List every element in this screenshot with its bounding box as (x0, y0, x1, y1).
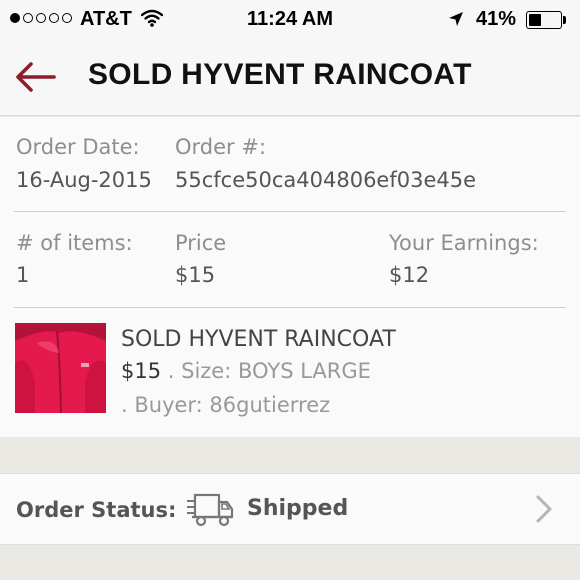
chevron-right-icon[interactable] (534, 494, 554, 524)
battery-tip (563, 16, 566, 24)
price-value: $15 (175, 263, 216, 287)
earnings-label: Your Earnings: (389, 231, 539, 255)
battery-icon (526, 11, 562, 29)
pink-jacket-photo (15, 323, 106, 413)
item-size: . Size: BOYS LARGE (161, 359, 371, 383)
item-price-size: $15 . Size: BOYS LARGE (121, 359, 371, 383)
item-title: SOLD HYVENT RAINCOAT (121, 327, 396, 352)
order-details-card: Order Date: Order #: 16-Aug-2015 55cfce5… (0, 117, 580, 437)
section-separator (0, 437, 580, 473)
item-buyer[interactable]: . Buyer: 86gutierrez (121, 393, 330, 417)
item-price: $15 (121, 359, 162, 383)
divider (14, 211, 566, 212)
order-status-label: Order Status: (16, 498, 177, 522)
back-arrow-icon[interactable] (14, 60, 56, 94)
earnings-value: $12 (389, 263, 430, 287)
items-count-label: # of items: (16, 231, 133, 255)
items-count-value: 1 (16, 263, 30, 287)
status-bar: AT&T 11:24 AM 41% (0, 0, 580, 40)
page-background (0, 545, 580, 580)
order-status-value: Shipped (247, 496, 349, 521)
location-arrow-icon (449, 12, 463, 26)
divider (14, 307, 566, 308)
page-title: SOLD HYVENT RAINCOAT (88, 58, 472, 91)
item-thumbnail[interactable] (15, 323, 106, 413)
battery-percent: 41% (476, 8, 517, 30)
nav-bar: SOLD HYVENT RAINCOAT (0, 40, 580, 116)
truck-icon (187, 493, 234, 527)
order-status-row[interactable]: Order Status: Shipped (0, 473, 580, 545)
order-date-label: Order Date: (16, 135, 140, 159)
battery-fill (529, 14, 541, 26)
order-date-value: 16-Aug-2015 (16, 168, 152, 192)
order-number-value: 55cfce50ca404806ef03e45e (175, 168, 477, 192)
order-number-label: Order #: (175, 135, 267, 159)
price-label: Price (175, 231, 227, 255)
